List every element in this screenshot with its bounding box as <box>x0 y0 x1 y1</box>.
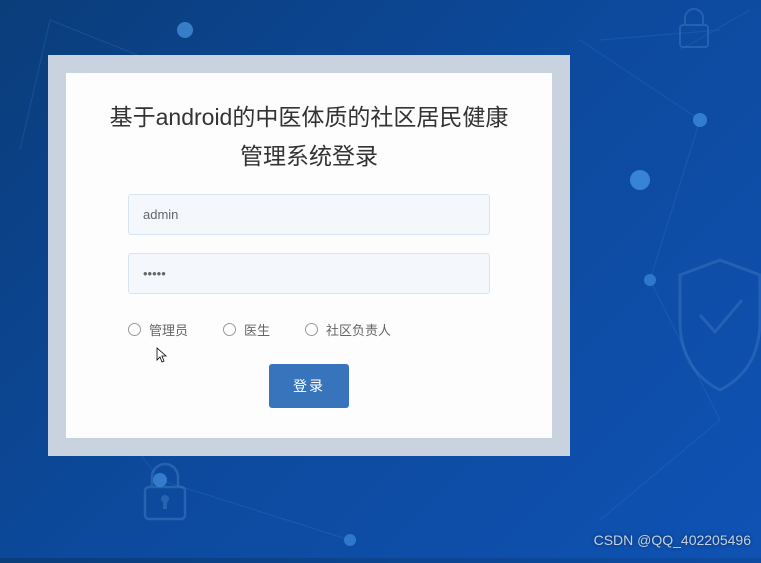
password-input[interactable] <box>128 253 490 294</box>
login-button-container: 登录 <box>101 364 517 408</box>
username-input[interactable] <box>128 194 490 235</box>
radio-label: 管理员 <box>149 320 188 339</box>
role-radio-group: 管理员 医生 社区负责人 <box>128 312 490 339</box>
login-panel: 基于android的中医体质的社区居民健康管理系统登录 管理员 医生 社区负责人… <box>48 55 570 456</box>
radio-icon <box>305 323 318 336</box>
login-title: 基于android的中医体质的社区居民健康管理系统登录 <box>101 98 517 176</box>
radio-icon <box>128 323 141 336</box>
radio-label: 医生 <box>244 320 270 339</box>
watermark: CSDN @QQ_402205496 <box>594 532 751 548</box>
login-button[interactable]: 登录 <box>269 364 349 408</box>
radio-doctor[interactable]: 医生 <box>223 320 270 339</box>
radio-label: 社区负责人 <box>326 320 391 339</box>
radio-admin[interactable]: 管理员 <box>128 320 188 339</box>
login-form-container: 基于android的中医体质的社区居民健康管理系统登录 管理员 医生 社区负责人… <box>66 73 552 438</box>
radio-icon <box>223 323 236 336</box>
radio-community-leader[interactable]: 社区负责人 <box>305 320 391 339</box>
